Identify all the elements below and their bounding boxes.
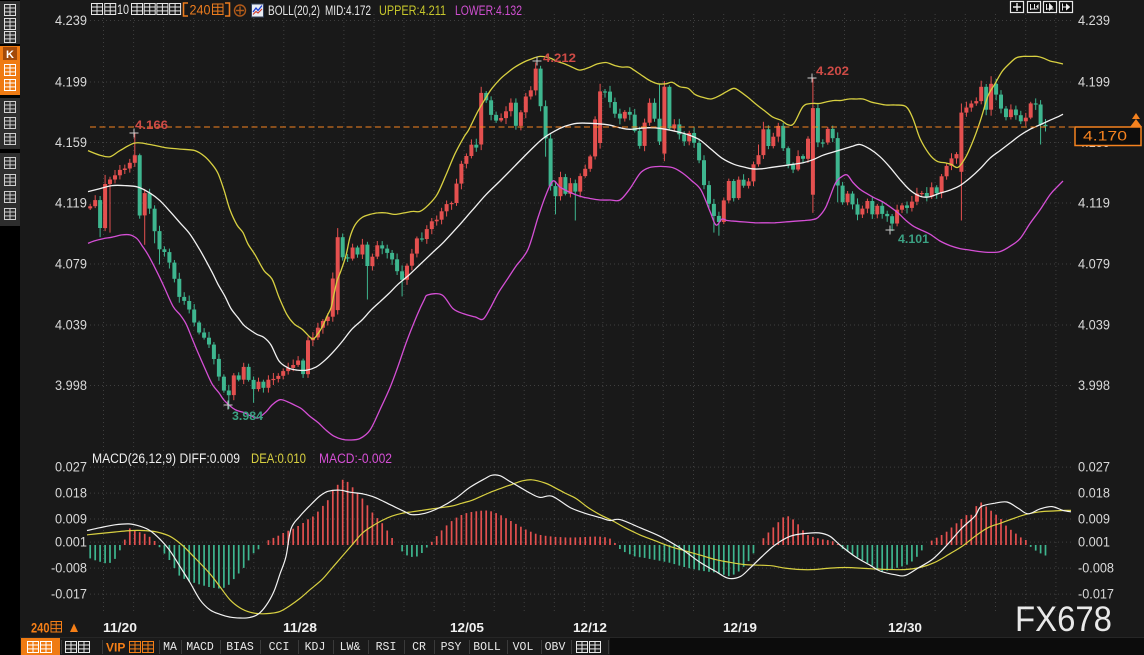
svg-text:4.239: 4.239 <box>1078 13 1110 28</box>
svg-text:12/19: 12/19 <box>723 620 757 635</box>
svg-text:3.998: 3.998 <box>55 378 87 393</box>
svg-text:0.001: 0.001 <box>1078 535 1110 550</box>
svg-text:0.009: 0.009 <box>1078 512 1110 527</box>
svg-text:11/28: 11/28 <box>283 620 317 635</box>
svg-text:0.009: 0.009 <box>55 512 87 527</box>
svg-text:4.212: 4.212 <box>543 51 576 65</box>
svg-text:12/30: 12/30 <box>888 620 922 635</box>
svg-text:4.079: 4.079 <box>55 257 87 272</box>
svg-text:MACD(26,12,9) DIFF:0.009: MACD(26,12,9) DIFF:0.009 <box>92 451 240 466</box>
svg-text:240: 240 <box>31 621 50 636</box>
svg-text:4.101: 4.101 <box>898 232 929 246</box>
svg-text:4.199: 4.199 <box>55 75 87 90</box>
svg-text:4.170: 4.170 <box>1083 129 1127 144</box>
svg-text:0.027: 0.027 <box>1078 460 1110 475</box>
svg-text:VIP: VIP <box>106 641 125 655</box>
svg-text:-0.017: -0.017 <box>51 587 87 602</box>
svg-text:FX678: FX678 <box>1015 600 1112 639</box>
svg-text:11/20: 11/20 <box>103 620 137 635</box>
svg-text:4.119: 4.119 <box>1078 196 1110 211</box>
svg-text:4.159: 4.159 <box>55 135 87 150</box>
svg-text:4.199: 4.199 <box>1078 75 1110 90</box>
svg-text:4.039: 4.039 <box>55 318 87 333</box>
svg-text:3.998: 3.998 <box>1078 378 1110 393</box>
svg-text:MID:4.172: MID:4.172 <box>325 3 371 18</box>
svg-text:UPPER:4.211: UPPER:4.211 <box>379 3 446 18</box>
svg-text:DEA:0.010: DEA:0.010 <box>251 451 306 466</box>
svg-text:0.001: 0.001 <box>55 535 87 550</box>
svg-text:MACD:-0.002: MACD:-0.002 <box>319 451 392 466</box>
svg-text:4.202: 4.202 <box>816 64 849 78</box>
svg-text:12/12: 12/12 <box>573 620 607 635</box>
svg-text:K: K <box>6 49 14 61</box>
svg-text:BOLL(20,2): BOLL(20,2) <box>268 3 320 18</box>
svg-text:0.018: 0.018 <box>1078 486 1110 501</box>
svg-text:-0.008: -0.008 <box>51 561 87 576</box>
svg-text:3.984: 3.984 <box>232 409 263 423</box>
svg-text:4.119: 4.119 <box>55 196 87 211</box>
svg-text:-0.008: -0.008 <box>1078 561 1114 576</box>
svg-text:4.079: 4.079 <box>1078 257 1110 272</box>
svg-text:10: 10 <box>117 2 129 17</box>
svg-text:4.239: 4.239 <box>55 13 87 28</box>
svg-text:4.039: 4.039 <box>1078 318 1110 333</box>
svg-text:240: 240 <box>190 3 211 18</box>
svg-text:0.018: 0.018 <box>55 486 87 501</box>
svg-text:4.166: 4.166 <box>135 118 168 132</box>
svg-text:12/05: 12/05 <box>450 620 484 635</box>
svg-text:LOWER:4.132: LOWER:4.132 <box>455 3 522 18</box>
svg-text:0.027: 0.027 <box>55 460 87 475</box>
